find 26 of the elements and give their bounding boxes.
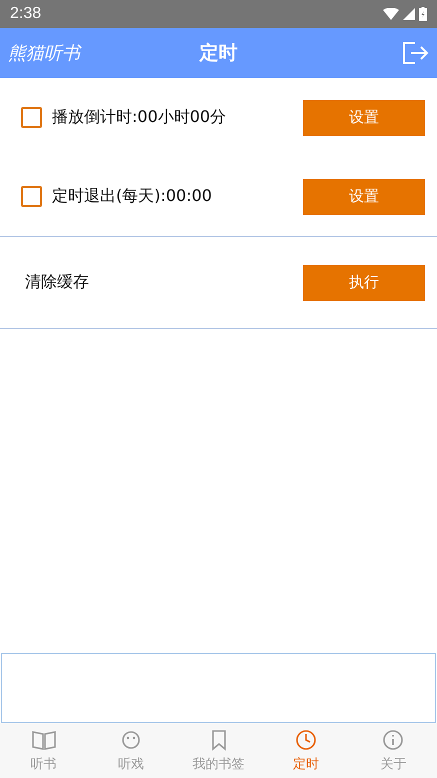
timer-label: 播放倒计时:00小时00分 [52, 107, 228, 128]
book-icon [30, 728, 57, 750]
set-button[interactable]: 设置 [303, 178, 425, 214]
checkbox[interactable] [21, 107, 42, 128]
page-title: 定时 [200, 41, 238, 66]
tab-label: 听戏 [118, 756, 144, 772]
app-name: 熊猫听书 [8, 42, 82, 65]
checkbox[interactable] [21, 186, 42, 207]
tab-label: 我的书签 [192, 756, 245, 772]
clear-cache-label: 清除缓存 [25, 272, 90, 293]
tab[interactable]: 听书 [0, 723, 88, 778]
tab[interactable]: 关于 [350, 723, 437, 778]
tab-label: 听书 [30, 756, 57, 772]
logout-icon[interactable] [401, 41, 429, 65]
wifi-icon [383, 8, 399, 20]
tab-label: 关于 [380, 756, 406, 772]
tab[interactable]: 我的书签 [174, 723, 262, 778]
signal-icon [403, 8, 415, 20]
execute-button[interactable]: 执行 [303, 264, 425, 300]
tab[interactable]: 定时 [262, 723, 350, 778]
tab[interactable]: 听戏 [87, 723, 175, 778]
set-button[interactable]: 设置 [303, 100, 425, 136]
battery-icon [419, 7, 427, 21]
tab-label: 定时 [292, 756, 319, 772]
status-time: 2:38 [10, 5, 42, 23]
timer-label: 定时退出(每天):00:00 [52, 186, 213, 207]
